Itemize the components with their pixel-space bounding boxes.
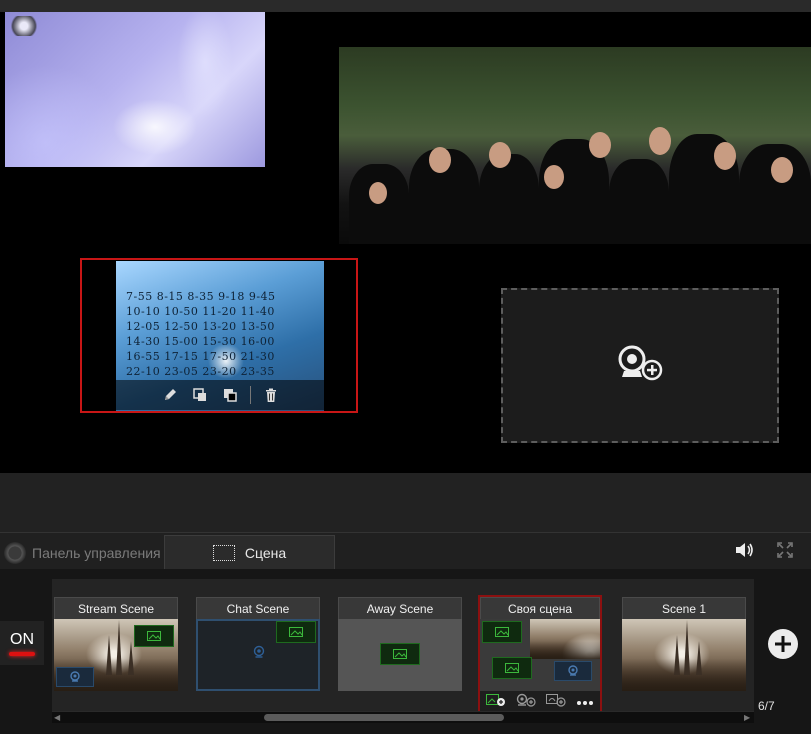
add-capture-icon[interactable] [546,693,566,712]
scenes-scrollbar[interactable]: ◀ ▶ [52,711,754,723]
timetable-row: 16-55 17-15 17-50 21-30 [126,350,275,363]
source-toolbar [116,380,324,410]
scene-label: Away Scene [338,597,462,619]
scene-thumbnail [480,619,600,691]
image-source-icon [134,625,174,647]
scene-label: Своя сцена [480,597,600,619]
timetable-row: 12-05 12-50 13-20 13-50 [126,320,275,333]
scene-label: Chat Scene [196,597,320,619]
image-source-icon [380,643,420,665]
scene-card-custom-active[interactable]: Своя сцена [478,595,602,715]
add-image-icon[interactable] [486,693,506,712]
scrollbar-thumb[interactable] [264,714,504,721]
top-strip [0,0,811,12]
send-backward-icon[interactable] [220,385,240,405]
add-webcam-icon[interactable] [516,693,536,712]
webcam-source-icon [554,661,592,681]
scene-card-stream[interactable]: Stream Scene [54,597,178,691]
timetable-row: 22-10 23-05 23-20 23-35 [126,365,275,378]
scene-thumbnail [338,619,462,691]
toolbar-separator [249,386,251,404]
on-label: ON [10,630,34,648]
add-webcam-icon[interactable] [616,343,664,388]
scene-card-chat[interactable]: Chat Scene [196,597,320,691]
source-video[interactable] [339,47,811,244]
image-source-icon [276,621,316,643]
timetable: 7-55 8-15 8-35 9-18 9-45 10-10 10-50 11-… [126,289,316,379]
scene-tools [480,691,600,713]
scroll-left-icon[interactable]: ◀ [54,713,62,723]
scenes-strip: ON Stream Scene Chat Scene Away Scene Св… [0,569,811,734]
scene-thumbnail [54,619,178,691]
edit-icon[interactable] [160,385,180,405]
scene-counter: 6/7 [758,699,775,713]
tab-dashboard[interactable]: Панель управления [0,535,164,570]
scene-card-scene-1[interactable]: Scene 1 [622,597,746,691]
tab-dashboard-label: Панель управления [32,544,161,561]
scene-thumbnail [622,619,746,691]
scene-icon [212,545,235,561]
source-image-art[interactable] [5,12,265,167]
image-source-icon [492,657,532,679]
timetable-row: 14-30 15-00 15-30 16-00 [126,335,275,348]
volume-icon[interactable] [735,542,755,563]
scroll-right-icon[interactable]: ▶ [744,713,752,723]
scene-thumbnail [196,619,320,691]
bring-forward-icon[interactable] [190,385,210,405]
scene-label: Stream Scene [54,597,178,619]
add-scene-button[interactable] [768,629,798,659]
stream-on-toggle[interactable]: ON [0,621,44,665]
tab-scene[interactable]: Сцена [164,535,335,570]
image-source-icon [482,621,522,643]
canvas-footer [0,473,811,532]
timetable-row: 10-10 10-50 11-20 11-40 [126,305,275,318]
source-logo [8,16,40,36]
webcam-source-icon [252,645,266,664]
scene-label: Scene 1 [622,597,746,619]
add-source-placeholder[interactable] [501,288,779,443]
fullscreen-icon[interactable] [777,542,793,563]
scenes-list: Stream Scene Chat Scene Away Scene Своя … [52,579,754,715]
source-camera-selected[interactable]: 7-55 8-15 8-35 9-18 9-45 10-10 10-50 11-… [80,258,358,413]
delete-icon[interactable] [261,385,281,405]
more-options-icon[interactable] [576,693,594,711]
webcam-source-icon [56,667,94,687]
dashboard-icon [4,541,26,564]
on-indicator [9,651,35,656]
tab-scene-label: Сцена [244,545,287,561]
scene-card-away[interactable]: Away Scene [338,597,462,691]
panel-tabs: Панель управления Сцена [0,532,811,570]
timetable-row: 7-55 8-15 8-35 9-18 9-45 [126,290,276,303]
scene-preview-canvas[interactable]: 7-55 8-15 8-35 9-18 9-45 10-10 10-50 11-… [0,12,811,473]
